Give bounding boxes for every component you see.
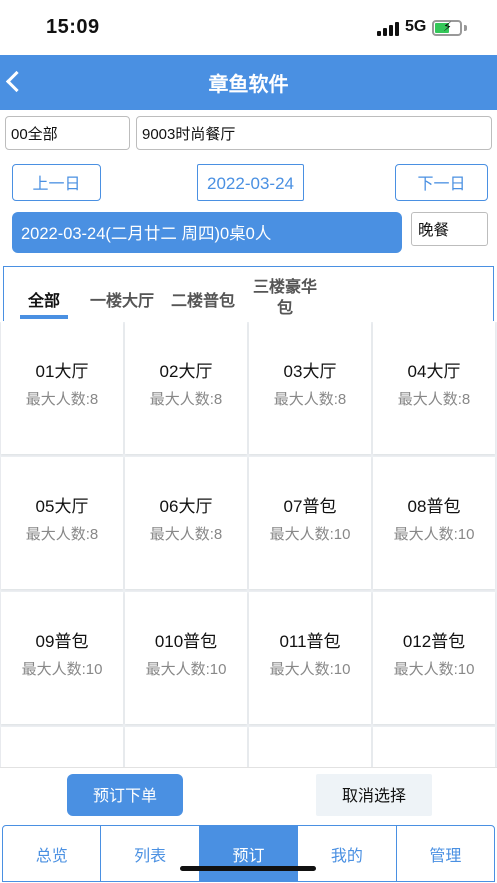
- table-capacity: 最大人数:10: [393, 526, 475, 543]
- tab-floor1-hall[interactable]: 一楼大厅: [86, 287, 158, 311]
- table-card[interactable]: [249, 727, 371, 767]
- table-name: 07普包: [283, 497, 337, 516]
- table-card[interactable]: 011普包最大人数:10: [249, 592, 371, 724]
- next-day-button[interactable]: 下一日: [395, 164, 488, 201]
- status-time: 15:09: [46, 16, 100, 38]
- table-capacity: 最大人数:10: [269, 526, 351, 543]
- back-button[interactable]: [0, 55, 50, 110]
- table-card[interactable]: [1, 727, 123, 767]
- table-name: 03大厅: [283, 362, 337, 381]
- app-header: 章鱼软件: [0, 55, 497, 110]
- action-bar: 预订下单 取消选择: [0, 767, 497, 822]
- page-title: 章鱼软件: [208, 74, 289, 96]
- bottom-nav: 总览 列表 预订 我的 管理: [2, 825, 496, 882]
- nav-mine[interactable]: 我的: [297, 825, 397, 882]
- table-name: 012普包: [402, 632, 466, 651]
- table-card[interactable]: 01大厅最大人数:8: [1, 322, 123, 454]
- tab-floor2-room[interactable]: 二楼普包: [167, 287, 239, 311]
- store-select[interactable]: 00全部: [5, 116, 130, 150]
- booking-summary: 2022-03-24(二月廿二 周四)0桌0人: [12, 212, 402, 253]
- table-card[interactable]: 03大厅最大人数:8: [249, 322, 371, 454]
- table-name: 08普包: [407, 497, 461, 516]
- table-capacity: 最大人数:10: [269, 661, 351, 678]
- table-capacity: 最大人数:8: [25, 391, 99, 408]
- table-name: 04大厅: [407, 362, 461, 381]
- table-card[interactable]: 04大厅最大人数:8: [373, 322, 495, 454]
- table-card[interactable]: 05大厅最大人数:8: [1, 457, 123, 589]
- tab-all[interactable]: 全部: [21, 287, 67, 311]
- table-name: 09普包: [35, 632, 89, 651]
- table-card[interactable]: 010普包最大人数:10: [125, 592, 247, 724]
- table-name: 05大厅: [35, 497, 89, 516]
- book-order-button[interactable]: 预订下单: [67, 774, 183, 816]
- prev-day-button[interactable]: 上一日: [12, 164, 101, 201]
- table-name: [249, 727, 371, 762]
- table-card[interactable]: [125, 727, 247, 767]
- network-label: 5G: [405, 18, 427, 35]
- table-name: 06大厅: [159, 497, 213, 516]
- table-name: [125, 727, 247, 762]
- table-capacity: 最大人数:8: [149, 391, 223, 408]
- cancel-selection-button[interactable]: 取消选择: [316, 774, 432, 816]
- table-capacity: 最大人数:8: [273, 391, 347, 408]
- table-card[interactable]: [373, 727, 495, 767]
- table-card[interactable]: 07普包最大人数:10: [249, 457, 371, 589]
- active-tab-indicator: [20, 315, 68, 319]
- table-name: [1, 727, 123, 762]
- table-capacity: 最大人数:10: [393, 661, 475, 678]
- table-name: 01大厅: [35, 362, 89, 381]
- nav-overview[interactable]: 总览: [2, 825, 102, 882]
- table-card[interactable]: 08普包最大人数:10: [373, 457, 495, 589]
- table-card[interactable]: 09普包最大人数:10: [1, 592, 123, 724]
- nav-booking[interactable]: 预订: [198, 825, 299, 882]
- table-card[interactable]: 02大厅最大人数:8: [125, 322, 247, 454]
- table-card[interactable]: 06大厅最大人数:8: [125, 457, 247, 589]
- table-card[interactable]: 012普包最大人数:10: [373, 592, 495, 724]
- restaurant-select[interactable]: 9003时尚餐厅: [136, 116, 492, 150]
- chevron-left-icon: [5, 70, 28, 93]
- table-capacity: 最大人数:10: [21, 661, 103, 678]
- table-name: 02大厅: [159, 362, 213, 381]
- table-capacity: 最大人数:8: [149, 526, 223, 543]
- nav-list[interactable]: 列表: [100, 825, 200, 882]
- meal-select[interactable]: 晚餐: [411, 212, 488, 246]
- table-capacity: 最大人数:10: [145, 661, 227, 678]
- home-indicator: [180, 866, 316, 871]
- table-capacity: 最大人数:8: [25, 526, 99, 543]
- table-grid: 01大厅 最大人数:8 02大厅 最大人数:8 03大厅 最大人数:8 04大厅 最大人数:8…: [0, 322, 497, 767]
- signal-icon: [377, 22, 399, 36]
- table-capacity: 最大人数:8: [397, 391, 471, 408]
- table-name: [373, 727, 495, 762]
- nav-manage[interactable]: 管理: [395, 825, 496, 882]
- status-bar: 15:09 5G ⚡: [0, 0, 497, 55]
- area-tabs: 全部 一楼大厅 二楼普包 三楼豪华包: [3, 266, 494, 321]
- table-name: 011普包: [279, 632, 341, 651]
- table-name: 010普包: [154, 632, 218, 651]
- tab-floor3-deluxe[interactable]: 三楼豪华包: [249, 277, 321, 319]
- battery-icon: ⚡: [432, 19, 462, 36]
- battery-tip: [464, 25, 467, 31]
- date-picker[interactable]: 2022-03-24: [197, 164, 304, 201]
